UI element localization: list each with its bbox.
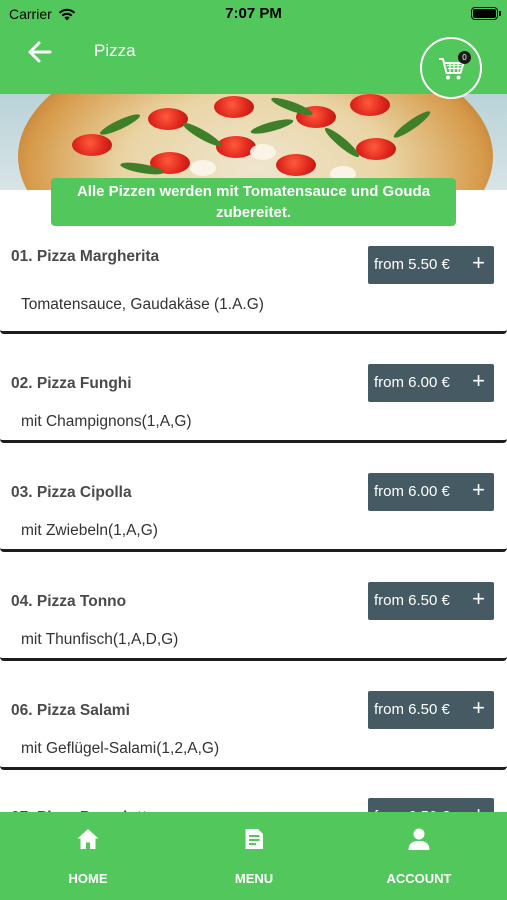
nav-account-label: ACCOUNT: [386, 871, 452, 886]
item-description: mit Geflügel-Salami(1,2,A,G): [21, 740, 220, 757]
nav-home-label: HOME: [68, 871, 108, 886]
add-to-cart-button[interactable]: from 6.50 € +: [368, 582, 494, 620]
home-icon: [77, 829, 99, 849]
cart-count-badge: 0: [458, 51, 471, 64]
add-to-cart-button[interactable]: from 6.00 € +: [368, 473, 494, 511]
menu-item-list: 01. Pizza Margherita from 5.50 € + Tomat…: [0, 237, 507, 891]
menu-item: 04. Pizza Tonno from 6.50 € + mit Thunfi…: [0, 564, 507, 673]
back-button[interactable]: [26, 39, 54, 65]
price-label: from 6.00 €: [374, 483, 450, 500]
nav-home[interactable]: HOME: [28, 812, 148, 900]
item-description: Tomatensauce, Gaudakäse (1.A.G): [21, 296, 264, 313]
plus-icon: +: [472, 586, 485, 611]
price-label: from 6.50 €: [374, 592, 450, 609]
cart-button[interactable]: 0: [420, 37, 482, 99]
item-title: 03. Pizza Cipolla: [11, 484, 132, 501]
price-label: from 5.50 €: [374, 256, 450, 273]
add-to-cart-button[interactable]: from 6.50 € +: [368, 691, 494, 729]
bottom-navigation: HOME MENU ACCOUNT: [0, 812, 507, 900]
menu-item: 02. Pizza Funghi from 6.00 € + mit Champ…: [0, 346, 507, 455]
plus-icon: +: [472, 477, 485, 502]
menu-item: 01. Pizza Margherita from 5.50 € + Tomat…: [0, 237, 507, 346]
plus-icon: +: [472, 695, 485, 720]
item-title: 02. Pizza Funghi: [11, 375, 132, 392]
add-to-cart-button[interactable]: from 5.50 € +: [368, 246, 494, 284]
price-label: from 6.00 €: [374, 374, 450, 391]
menu-item-card[interactable]: 02. Pizza Funghi from 6.00 € + mit Champ…: [0, 346, 507, 443]
page-title: Pizza: [94, 41, 136, 60]
item-description: mit Champignons(1,A,G): [21, 413, 192, 430]
nav-menu[interactable]: MENU: [194, 812, 314, 900]
add-to-cart-button[interactable]: from 6.00 € +: [368, 364, 494, 402]
plus-icon: +: [472, 250, 485, 275]
info-notice: Alle Pizzen werden mit Tomatensauce und …: [51, 178, 456, 226]
arrow-left-icon: [28, 41, 52, 63]
item-title: 06. Pizza Salami: [11, 702, 130, 719]
category-banner-image: [0, 94, 507, 190]
price-label: from 6.50 €: [374, 701, 450, 718]
menu-item-card[interactable]: 06. Pizza Salami from 6.50 € + mit Geflü…: [0, 673, 507, 770]
item-title: 04. Pizza Tonno: [11, 593, 127, 610]
nav-account[interactable]: ACCOUNT: [359, 812, 479, 900]
menu-item-card[interactable]: 01. Pizza Margherita from 5.50 € + Tomat…: [0, 237, 507, 334]
account-icon: [408, 828, 430, 850]
nav-menu-label: MENU: [234, 871, 274, 886]
item-description: mit Thunfisch(1,A,D,G): [21, 631, 179, 648]
app-header: Pizza 0: [0, 30, 507, 99]
item-title: 01. Pizza Margherita: [11, 248, 160, 265]
menu-item: 06. Pizza Salami from 6.50 € + mit Geflü…: [0, 673, 507, 782]
status-bar: Carrier 7:07 PM: [0, 0, 507, 30]
menu-item-card[interactable]: 03. Pizza Cipolla from 6.00 € + mit Zwie…: [0, 455, 507, 552]
menu-icon: [245, 829, 263, 849]
status-time: 7:07 PM: [225, 5, 282, 22]
menu-item: 03. Pizza Cipolla from 6.00 € + mit Zwie…: [0, 455, 507, 564]
item-description: mit Zwiebeln(1,A,G): [21, 522, 158, 539]
battery-icon: [471, 7, 501, 20]
menu-item-card[interactable]: 04. Pizza Tonno from 6.50 € + mit Thunfi…: [0, 564, 507, 661]
plus-icon: +: [472, 368, 485, 393]
